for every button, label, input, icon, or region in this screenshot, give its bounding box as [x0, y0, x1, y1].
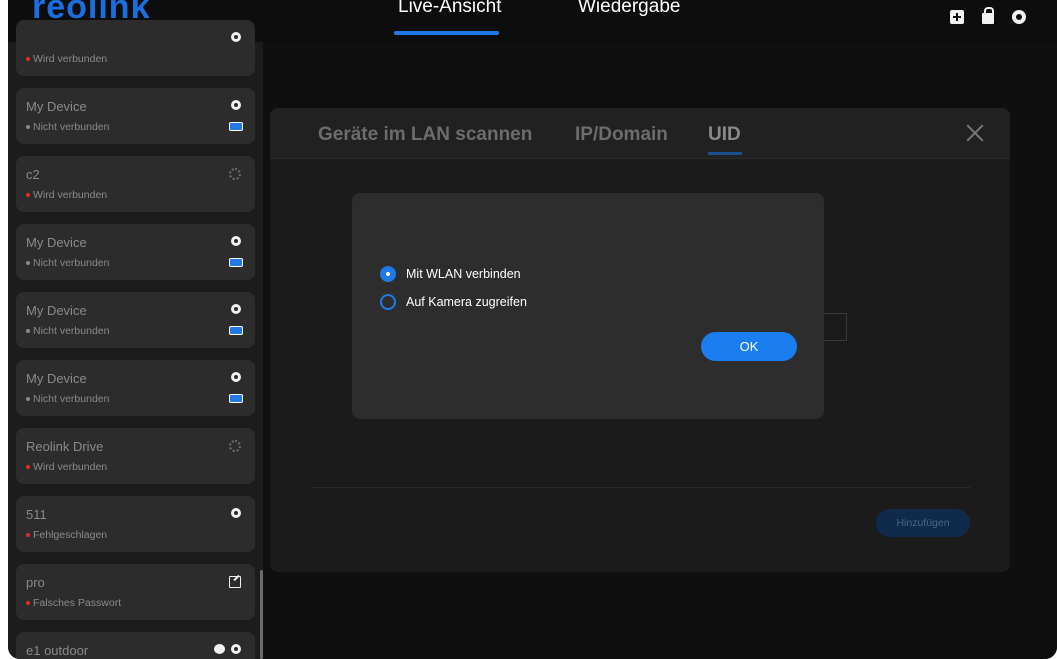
- device-name: Reolink Drive: [26, 439, 104, 454]
- device-name: e1 outdoor: [26, 643, 89, 658]
- battery-icon: [229, 326, 243, 335]
- settings-gear-icon[interactable]: [1012, 10, 1026, 24]
- battery-icon: [229, 394, 243, 403]
- radio-selected-icon[interactable]: [380, 266, 396, 282]
- device-status: Nicht verbunden: [26, 257, 109, 269]
- device-item[interactable]: My Device Nicht verbunden: [16, 88, 255, 144]
- edit-icon[interactable]: [229, 576, 241, 588]
- device-name: 511: [26, 507, 47, 522]
- device-list-sidebar: Wird verbunden My Device Nicht verbunden…: [8, 20, 263, 659]
- device-item[interactable]: My Device Nicht verbunden: [16, 292, 255, 348]
- device-status: Nicht verbunden: [26, 325, 109, 337]
- add-button[interactable]: Hinzufügen: [876, 509, 970, 537]
- option-label: Mit WLAN verbinden: [406, 267, 521, 281]
- tab-live-view[interactable]: Live-Ansicht: [398, 0, 502, 18]
- option-label: Auf Kamera zugreifen: [406, 295, 527, 309]
- divider: [312, 487, 970, 488]
- device-item[interactable]: pro Falsches Passwort: [16, 564, 255, 620]
- app-window: reolink Live-Ansicht Wiedergabe Wird ver…: [8, 0, 1057, 659]
- device-item[interactable]: e1 outdoor: [16, 632, 255, 659]
- ok-button[interactable]: OK: [701, 332, 797, 361]
- tab-playback[interactable]: Wiedergabe: [578, 0, 680, 18]
- device-item[interactable]: 511 Fehlgeschlagen: [16, 496, 255, 552]
- power-icon: [231, 644, 241, 654]
- device-name: My Device: [26, 99, 87, 114]
- device-status: Wird verbunden: [26, 461, 107, 473]
- device-status: Nicht verbunden: [26, 393, 109, 405]
- device-name: My Device: [26, 235, 87, 250]
- device-item[interactable]: My Device Nicht verbunden: [16, 224, 255, 280]
- add-device-icon[interactable]: [950, 10, 964, 24]
- power-icon: [231, 100, 241, 110]
- device-name: My Device: [26, 303, 87, 318]
- close-icon[interactable]: [964, 122, 986, 144]
- tab-uid[interactable]: UID: [708, 124, 741, 146]
- power-icon: [231, 372, 241, 382]
- active-tab-indicator: [708, 152, 742, 155]
- tab-ip-domain[interactable]: IP/Domain: [575, 124, 668, 146]
- device-item[interactable]: c2 Wird verbunden: [16, 156, 255, 212]
- connection-mode-dialog: Mit WLAN verbinden Auf Kamera zugreifen …: [352, 193, 824, 419]
- device-status: Nicht verbunden: [26, 121, 109, 133]
- power-icon: [231, 32, 241, 42]
- device-status: Wird verbunden: [26, 53, 107, 65]
- lock-icon[interactable]: [982, 7, 994, 24]
- loading-spinner-icon: [229, 168, 241, 180]
- device-item[interactable]: Wird verbunden: [16, 20, 255, 76]
- device-name: pro: [26, 575, 45, 590]
- cloud-icon: [214, 644, 225, 654]
- radio-unselected-icon[interactable]: [380, 294, 396, 310]
- device-status: Fehlgeschlagen: [26, 529, 107, 541]
- device-status: Falsches Passwort: [26, 597, 121, 609]
- power-icon: [231, 508, 241, 518]
- loading-spinner-icon: [229, 440, 241, 452]
- tab-lan-scan[interactable]: Geräte im LAN scannen: [318, 124, 532, 146]
- device-name: My Device: [26, 371, 87, 386]
- device-item[interactable]: My Device Nicht verbunden: [16, 360, 255, 416]
- power-icon: [231, 304, 241, 314]
- device-name: c2: [26, 167, 40, 182]
- device-status: Wird verbunden: [26, 189, 107, 201]
- device-item[interactable]: Reolink Drive Wird verbunden: [16, 428, 255, 484]
- add-device-tabs: Geräte im LAN scannen IP/Domain UID: [270, 108, 1010, 159]
- power-icon: [231, 236, 241, 246]
- active-tab-indicator: [394, 31, 499, 35]
- battery-icon: [229, 258, 243, 267]
- battery-icon: [229, 122, 243, 131]
